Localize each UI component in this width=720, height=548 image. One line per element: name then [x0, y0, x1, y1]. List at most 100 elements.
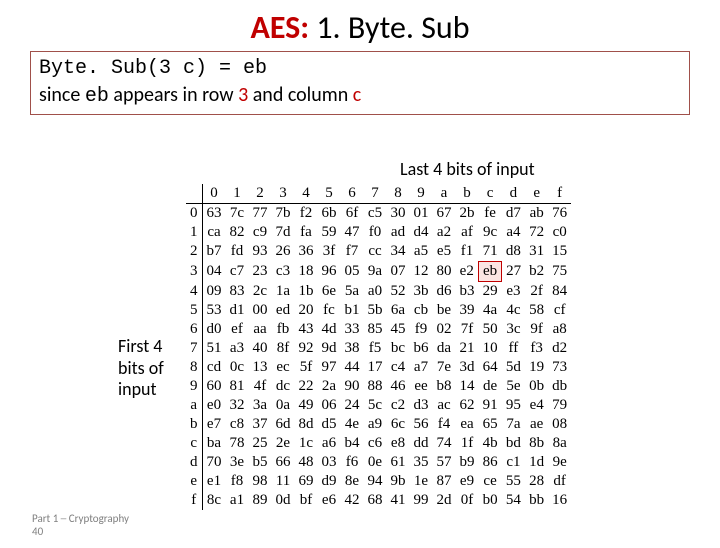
sbox-cell: b5 [249, 453, 272, 472]
sbox-cell: 6b [318, 204, 341, 224]
sbox-cell: 3b [410, 282, 433, 302]
sbox-cell: 6c [387, 415, 410, 434]
t: and column [248, 83, 353, 107]
sbox-cell: 5a [341, 282, 364, 302]
sbox-cell: 3e [226, 453, 249, 472]
sbox-cell: 47 [341, 223, 364, 242]
title-red: AES: [250, 8, 309, 47]
sbox-cell: 65 [479, 415, 502, 434]
sbox-cell: 99 [410, 491, 433, 510]
sbox-cell: 20 [295, 301, 318, 320]
row-header: 4 [186, 282, 202, 302]
sbox-cell: 0d [272, 491, 295, 510]
sbox-cell: df [548, 472, 571, 491]
sbox-cell: 7e [433, 358, 456, 377]
sbox-cell: 96 [318, 262, 341, 282]
sbox-cell: 0f [456, 491, 479, 510]
sbox-cell: 86 [479, 453, 502, 472]
sbox-cell: c6 [364, 434, 387, 453]
sbox-cell: 54 [502, 491, 526, 510]
sbox-cell: ef [226, 320, 249, 339]
sbox-cell: 00 [249, 301, 272, 320]
sbox-cell: 43 [295, 320, 318, 339]
sbox-cell: 18 [295, 262, 318, 282]
sbox-cell: 7a [502, 415, 526, 434]
sbox-cell: 37 [249, 415, 272, 434]
sbox-cell: 9b [387, 472, 410, 491]
title-rest: 1. Byte. Sub [309, 8, 469, 47]
sbox-cell: 7c [226, 204, 249, 224]
sbox-cell: 60 [202, 377, 226, 396]
sbox-cell: c7 [226, 262, 249, 282]
sbox-cell: 68 [364, 491, 387, 510]
col-header: 7 [364, 184, 387, 204]
sbox-cell: 5d [502, 358, 526, 377]
sbox-cell: e6 [318, 491, 341, 510]
sbox-cell: fd [226, 242, 249, 262]
sbox-cell: c8 [226, 415, 249, 434]
col-header: f [548, 184, 571, 204]
sbox-cell: 29 [479, 282, 502, 302]
sbox-cell: 90 [341, 377, 364, 396]
sbox-cell: f2 [295, 204, 318, 224]
sbox-cell: f8 [226, 472, 249, 491]
sbox-cell: da [433, 339, 456, 358]
sbox-cell: c9 [249, 223, 272, 242]
row-header: 9 [186, 377, 202, 396]
row-header: 6 [186, 320, 202, 339]
sbox-cell: 98 [249, 472, 272, 491]
sbox-cell: 10 [479, 339, 502, 358]
sbox-cell: 08 [548, 415, 571, 434]
sbox-cell: f3 [525, 339, 548, 358]
row-header: c [186, 434, 202, 453]
sbox-cell: 85 [364, 320, 387, 339]
sbox-cell: b9 [456, 453, 479, 472]
sbox-cell: 64 [479, 358, 502, 377]
sbox-cell: a5 [410, 242, 433, 262]
sbox-cell: a3 [226, 339, 249, 358]
sbox-cell: 2b [456, 204, 479, 224]
col-header: c [479, 184, 502, 204]
sbox-cell: db [548, 377, 571, 396]
sbox-cell: b1 [341, 301, 364, 320]
sbox-cell: 32 [226, 396, 249, 415]
sbox-cell: 0b [525, 377, 548, 396]
t: First 4 [118, 335, 162, 357]
col-header: 2 [249, 184, 272, 204]
sbox-table: 0123456789abcdef0637c777bf26b6fc53001672… [186, 184, 571, 510]
row-header: b [186, 415, 202, 434]
sbox-cell: bb [525, 491, 548, 510]
sbox-cell: 70 [202, 453, 226, 472]
sbox-cell: 76 [548, 204, 571, 224]
sbox-cell: 7f [456, 320, 479, 339]
sbox-cell: cf [548, 301, 571, 320]
left-axis-label: First 4 bits of input [118, 336, 178, 401]
sbox-cell: b0 [479, 491, 502, 510]
col-header: 6 [341, 184, 364, 204]
sbox-cell: 11 [272, 472, 295, 491]
sbox-cell: 4d [318, 320, 341, 339]
sbox-cell: 31 [525, 242, 548, 262]
sbox-cell: 2c [249, 282, 272, 302]
sbox-cell: fb [272, 320, 295, 339]
t: appears in row [109, 83, 238, 107]
row-header: f [186, 491, 202, 510]
sbox-cell: 39 [456, 301, 479, 320]
t: since [39, 83, 85, 107]
sbox-cell: c5 [364, 204, 387, 224]
sbox-cell: e2 [456, 262, 479, 282]
sbox-cell: 74 [433, 434, 456, 453]
sbox-cell: 17 [364, 358, 387, 377]
sbox-cell: 6d [272, 415, 295, 434]
sbox-cell: b2 [525, 262, 548, 282]
row-header: 5 [186, 301, 202, 320]
sbox-cell: 1e [410, 472, 433, 491]
sbox-cell: 8b [525, 434, 548, 453]
sbox-cell: 73 [548, 358, 571, 377]
code-line: Byte. Sub(3 c) = eb [39, 56, 681, 82]
sbox-cell: d8 [502, 242, 526, 262]
sbox-cell: 3f [318, 242, 341, 262]
col-header: 9 [410, 184, 433, 204]
sbox-cell: d3 [410, 396, 433, 415]
sbox-cell: d0 [202, 320, 226, 339]
